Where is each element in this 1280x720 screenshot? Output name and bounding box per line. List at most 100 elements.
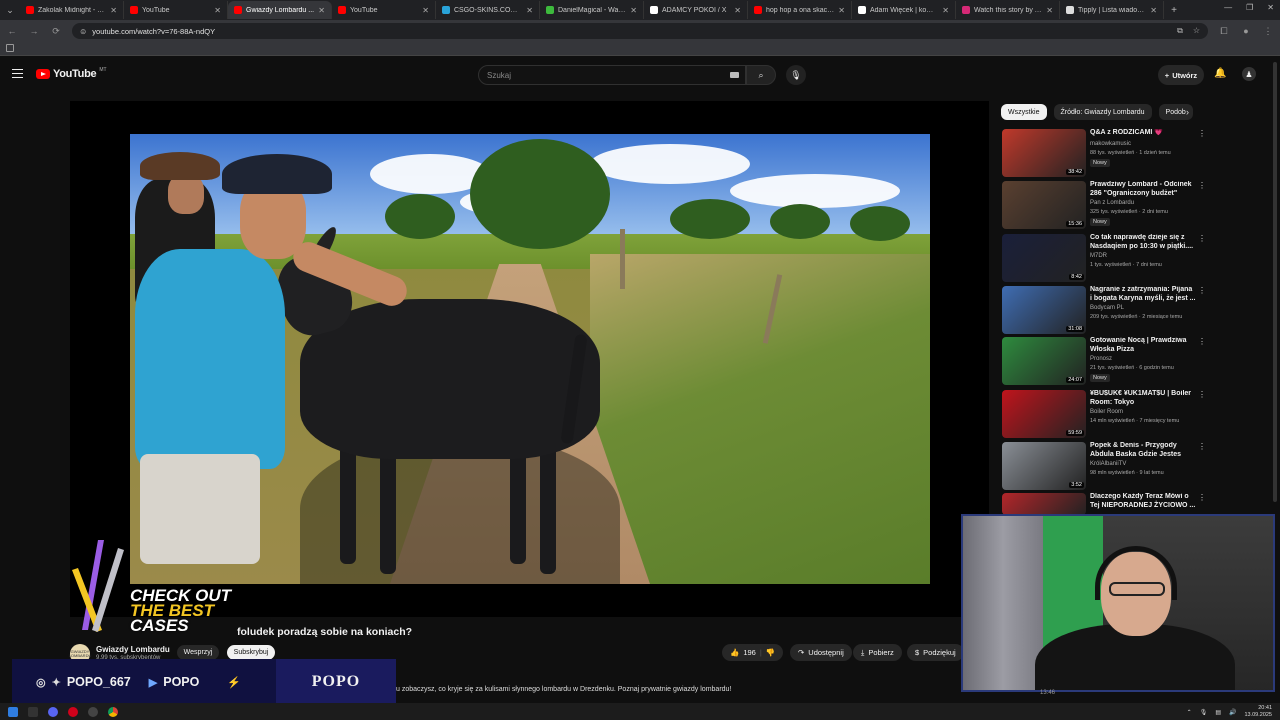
more-options-icon[interactable]: ⋮ [1198,181,1206,190]
close-window-icon[interactable]: ✕ [1267,3,1274,12]
tab-close-icon[interactable]: ✕ [942,6,949,15]
tab-close-icon[interactable]: ✕ [630,6,637,15]
download-button[interactable]: ⤓ Pobierz [853,644,902,661]
mic-tray-icon[interactable]: 🎙 [1200,709,1208,716]
video-thumbnail[interactable]: 31:08 [1002,286,1086,334]
apps-icon[interactable] [6,44,14,52]
recommended-video[interactable]: 3:52 Popek & Denis - Przygody Abdula Bask… [1002,442,1206,492]
video-thumbnail[interactable]: 24:07 [1002,337,1086,385]
notifications-bell-icon[interactable]: 🔔 [1214,68,1226,79]
browser-tab[interactable]: YouTube ✕ [332,1,436,19]
url-field[interactable]: ⊜ youtube.com/watch?v=76-88A-ndQY ⧉ ☆ [72,23,1208,39]
maximize-icon[interactable]: ❐ [1246,3,1253,12]
network-icon[interactable]: ▤ [1215,709,1221,716]
account-avatar[interactable]: ♟ [1242,67,1256,81]
browser-tab[interactable]: CSGO-SKINS.COM - Naj... ✕ [436,1,540,19]
channel-name[interactable]: Gwiazdy Lombardu [96,645,170,654]
new-tab-button[interactable]: + [1164,5,1184,16]
search-button[interactable]: ⌕ [746,65,776,85]
browser-tab[interactable]: Tipply | Lista wiadomości✕ [1060,1,1164,19]
video-duration: 31:08 [1066,326,1084,332]
page-scrollbar[interactable] [1273,62,1277,502]
back-icon[interactable]: ← [6,26,18,36]
chevron-right-icon[interactable]: › [1186,107,1189,117]
browser-tab[interactable]: ADAMCY POKOI / X ✕ [644,1,748,19]
tab-close-icon[interactable]: ✕ [1150,6,1157,15]
tab-close-icon[interactable]: ✕ [318,6,325,15]
site-info-icon[interactable]: ⊜ [80,27,86,36]
opera-icon[interactable] [68,706,78,717]
more-options-icon[interactable]: ⋮ [1198,286,1206,295]
recommended-video[interactable]: 24:07 Gotowanie Nocą | Prawdziwa Włoska P… [1002,337,1206,387]
video-thumbnail[interactable]: 59:59 [1002,390,1086,438]
tab-search-icon[interactable]: ⌄ [0,0,20,20]
video-thumbnail[interactable]: 3:52 [1002,442,1086,490]
filter-chip[interactable]: Źródło: Gwiazdy Lombardu [1053,104,1152,120]
tab-close-icon[interactable]: ✕ [734,6,741,15]
more-options-icon[interactable]: ⋮ [1198,390,1206,399]
tab-close-icon[interactable]: ✕ [1046,6,1053,15]
tab-close-icon[interactable]: ✕ [214,6,221,15]
dislike-icon[interactable]: 👎 [766,648,775,657]
video-thumbnail[interactable]: 38:42 [1002,129,1086,177]
bookmark-star-icon[interactable]: ☆ [1193,26,1200,36]
youtube-logo[interactable]: YouTube MT [36,67,107,80]
browser-tab[interactable]: Adam Więcek | kowo... ✕ [852,1,956,19]
forward-icon[interactable]: → [28,26,40,36]
tab-close-icon[interactable]: ✕ [838,6,845,15]
more-options-icon[interactable]: ⋮ [1198,442,1206,451]
thanks-button[interactable]: $ Podziękuj [907,644,964,661]
extensions-icon[interactable]: ⧠ [1218,26,1230,37]
video-thumbnail[interactable]: 8:42 [1002,234,1086,282]
tab-close-icon[interactable]: ✕ [110,6,117,15]
video-thumbnail[interactable] [1002,493,1086,515]
more-options-icon[interactable]: ⋮ [1198,234,1206,243]
tab-close-icon[interactable]: ✕ [526,6,533,15]
share-button[interactable]: ↷ Udostępnij [790,644,852,661]
video-thumbnail[interactable]: 15:36 [1002,181,1086,229]
profile-icon[interactable]: ● [1240,26,1252,36]
taskbar-app-icon[interactable] [28,706,38,717]
search-input[interactable]: Szukaj [478,65,746,85]
more-options-icon[interactable]: ⋮ [1198,337,1206,346]
recommended-video[interactable]: 59:59 ¥BU$UK€ ¥UK1MAT$U | Boiler Room: To… [1002,390,1206,440]
recommended-video[interactable]: 15:36 Prawdziwy Lombard - Odcinek 286 "Og… [1002,181,1206,231]
like-icon[interactable]: 👍 [730,648,739,657]
video-meta: 21 tys. wyświetleń · 6 godzin temu [1090,365,1174,371]
recommended-video[interactable]: 31:08 Nagranie z zatrzymania: Pijana i bo… [1002,286,1206,336]
cast-icon[interactable]: ⧉ [1177,26,1183,36]
discord-icon[interactable] [48,706,58,717]
menu-icon[interactable] [12,69,23,78]
keyboard-icon[interactable] [730,72,739,78]
clock-date: 13.09.2025 [1244,712,1272,718]
support-button[interactable]: Wesprzyj [177,645,219,660]
more-options-icon[interactable]: ⋮ [1198,493,1206,502]
more-options-icon[interactable]: ⋮ [1198,129,1206,138]
browser-tab[interactable]: hop hop a ona skaczeç ✕ [748,1,852,19]
browser-tab[interactable]: Gwiazdy Lombardu ... ✕ [228,1,332,19]
browser-tab[interactable]: Zakolak Midnight - Łysy ... ✕ [20,1,124,19]
tray-chevron-icon[interactable]: ⌃ [1187,709,1192,716]
like-count[interactable]: 196 [743,648,756,657]
tab-favicon-icon [1066,6,1074,14]
system-clock[interactable]: 20:41 13.09.2025 [1244,705,1272,719]
steam-icon[interactable] [88,706,98,717]
filter-chip[interactable]: Wszystkie [1001,104,1047,120]
subscribe-button[interactable]: Subskrybuj [227,645,275,660]
tab-close-icon[interactable]: ✕ [422,6,429,15]
browser-tab[interactable]: Watch this story by Adria...✕ [956,1,1060,19]
video-description[interactable]: u zobaczysz, co kryje się za kulisami sł… [396,686,731,693]
reload-icon[interactable]: ⟳ [50,26,62,37]
browser-tab[interactable]: YouTube ✕ [124,1,228,19]
recommended-video[interactable]: 38:42 Q&A z RODZICAMI 💗 makowkamusic 88 tys… [1002,129,1206,179]
recommended-video[interactable]: Dlaczego Każdy Teraz Mówi o Tej NIEPORAD… [1002,493,1206,515]
volume-icon[interactable]: 🔊 [1229,709,1236,716]
browser-menu-icon[interactable]: ⋮ [1262,26,1274,37]
start-icon[interactable] [8,706,18,717]
voice-search-button[interactable]: 🎙 [786,65,806,85]
browser-tab[interactable]: DanielMagical - Watch cli...✕ [540,1,644,19]
chrome-icon[interactable] [108,706,118,717]
create-button[interactable]: + Utwórz [1158,65,1204,85]
recommended-video[interactable]: 8:42 Co tak naprawdę dzieje się z Nasdaqi… [1002,234,1206,284]
minimize-icon[interactable]: — [1224,3,1232,12]
